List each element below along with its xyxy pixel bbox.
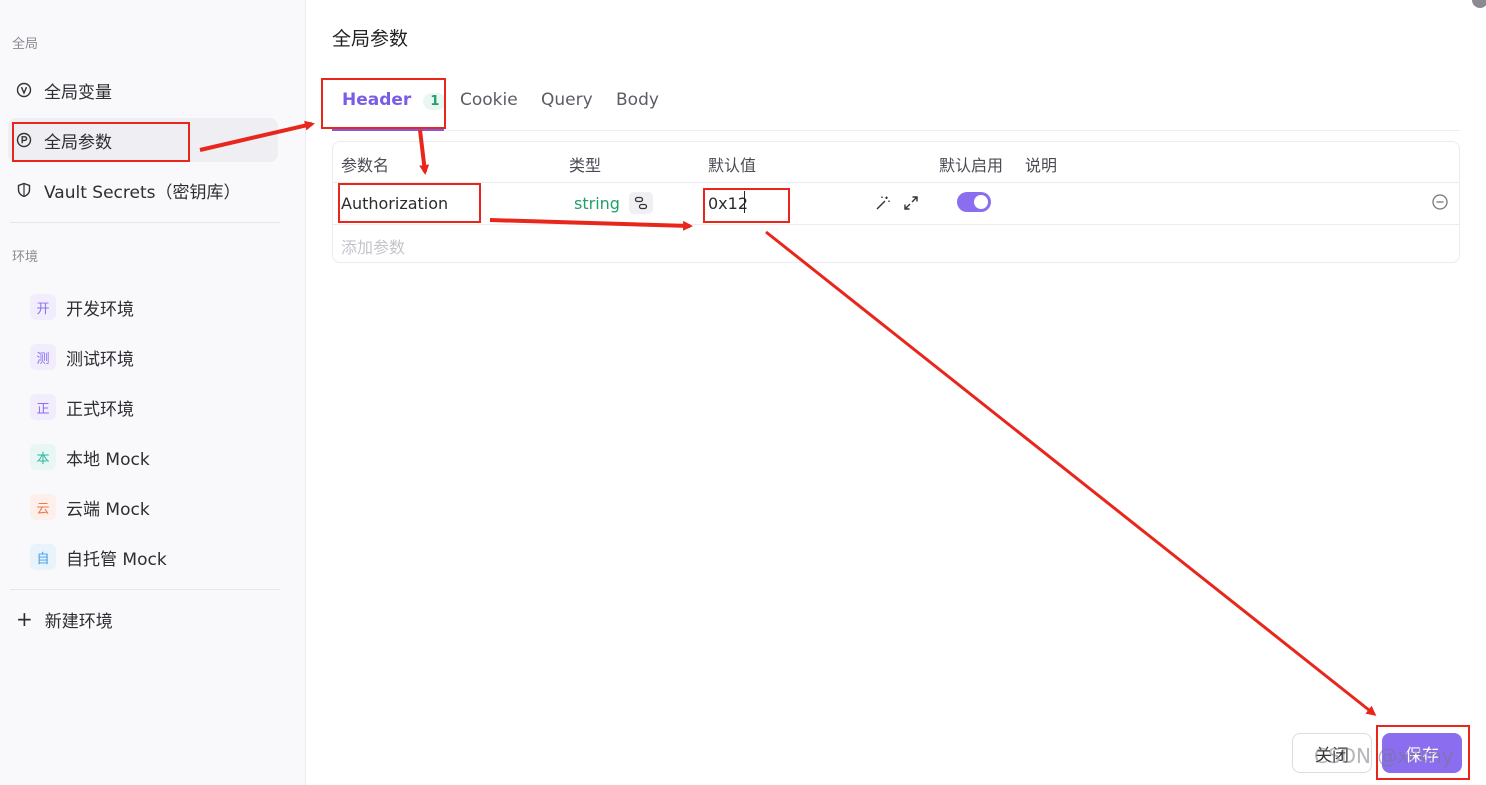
arrow-value-to-save bbox=[765, 230, 1377, 716]
variable-v-icon bbox=[16, 82, 32, 98]
env-badge: 本 bbox=[30, 444, 56, 470]
env-label: 开发环境 bbox=[66, 299, 134, 320]
tab-count-badge: 1 bbox=[423, 93, 447, 110]
link-type-icon[interactable] bbox=[629, 192, 653, 214]
default-enabled-toggle[interactable] bbox=[957, 192, 991, 212]
env-badge: 云 bbox=[30, 494, 56, 520]
env-label: 测试环境 bbox=[66, 349, 134, 370]
env-label: 云端 Mock bbox=[66, 499, 150, 520]
remove-row-icon[interactable] bbox=[1431, 193, 1449, 211]
column-header-default: 默认值 bbox=[708, 156, 757, 175]
env-item-self-hosted-mock[interactable]: 自 自托管 Mock bbox=[30, 535, 280, 579]
env-badge: 开 bbox=[30, 294, 56, 320]
column-header-name: 参数名 bbox=[341, 156, 390, 175]
default-value-text: 0x12 bbox=[708, 194, 749, 213]
global-section-label: 全局 bbox=[12, 37, 39, 52]
tab-cookie[interactable]: Cookie bbox=[460, 90, 518, 110]
page-title: 全局参数 bbox=[332, 28, 409, 50]
param-type-cell[interactable]: string bbox=[574, 194, 620, 213]
env-badge: 测 bbox=[30, 344, 56, 370]
save-button[interactable]: 保存 bbox=[1382, 733, 1462, 773]
env-item-dev[interactable]: 开 开发环境 bbox=[30, 285, 280, 329]
column-header-enabled: 默认启用 bbox=[939, 156, 1004, 175]
sidebar-divider bbox=[10, 222, 280, 223]
env-label: 正式环境 bbox=[66, 399, 134, 420]
close-button[interactable]: 关闭 bbox=[1292, 733, 1372, 773]
sidebar-divider bbox=[10, 589, 280, 590]
env-badge: 正 bbox=[30, 394, 56, 420]
toggle-knob bbox=[974, 195, 988, 209]
param-name-cell[interactable]: Authorization bbox=[341, 194, 448, 213]
sidebar-item-vault-secrets[interactable]: Vault Secrets（密钥库） bbox=[8, 168, 278, 212]
corner-decoration bbox=[1472, 0, 1486, 8]
expand-icon[interactable] bbox=[901, 193, 921, 213]
text-caret bbox=[744, 191, 745, 213]
tab-label: Header bbox=[342, 90, 412, 110]
new-environment-button[interactable]: + 新建环境 bbox=[16, 604, 113, 634]
magic-wand-icon[interactable] bbox=[873, 193, 893, 213]
sidebar-item-global-params[interactable]: 全局参数 bbox=[8, 118, 278, 162]
sidebar-item-label: 全局变量 bbox=[44, 82, 112, 103]
row-divider bbox=[333, 224, 1459, 225]
shield-icon bbox=[16, 182, 32, 198]
active-tab-underline bbox=[332, 129, 444, 131]
sidebar-item-label: 全局参数 bbox=[44, 132, 112, 153]
env-item-test[interactable]: 测 测试环境 bbox=[30, 335, 280, 379]
env-item-local-mock[interactable]: 本 本地 Mock bbox=[30, 435, 280, 479]
tab-header[interactable]: Header 1 bbox=[342, 90, 447, 110]
param-tabs: Header 1 Cookie Query Body bbox=[332, 84, 1460, 131]
plus-icon: + bbox=[16, 607, 33, 631]
tab-body[interactable]: Body bbox=[616, 90, 659, 110]
column-header-description: 说明 bbox=[1025, 156, 1058, 175]
column-header-type: 类型 bbox=[569, 156, 602, 175]
add-param-input[interactable]: 添加参数 bbox=[341, 234, 405, 258]
tab-query[interactable]: Query bbox=[541, 90, 593, 110]
env-label: 本地 Mock bbox=[66, 449, 150, 470]
new-environment-label: 新建环境 bbox=[44, 611, 113, 632]
env-item-prod[interactable]: 正 正式环境 bbox=[30, 385, 280, 429]
env-badge: 自 bbox=[30, 544, 56, 570]
parameter-p-icon bbox=[16, 132, 32, 148]
sidebar-item-global-variables[interactable]: 全局变量 bbox=[8, 68, 278, 112]
env-section-label: 环境 bbox=[12, 250, 39, 265]
sidebar: 全局 全局变量 全局参数 Vault Secrets（密钥库） 环境 开 开发环… bbox=[0, 0, 306, 785]
env-item-cloud-mock[interactable]: 云 云端 Mock bbox=[30, 485, 280, 529]
row-divider bbox=[333, 182, 1459, 183]
env-label: 自托管 Mock bbox=[66, 549, 167, 570]
sidebar-item-label: Vault Secrets（密钥库） bbox=[44, 182, 241, 203]
param-table: 参数名 类型 默认值 默认启用 说明 Authorization string … bbox=[332, 141, 1460, 263]
